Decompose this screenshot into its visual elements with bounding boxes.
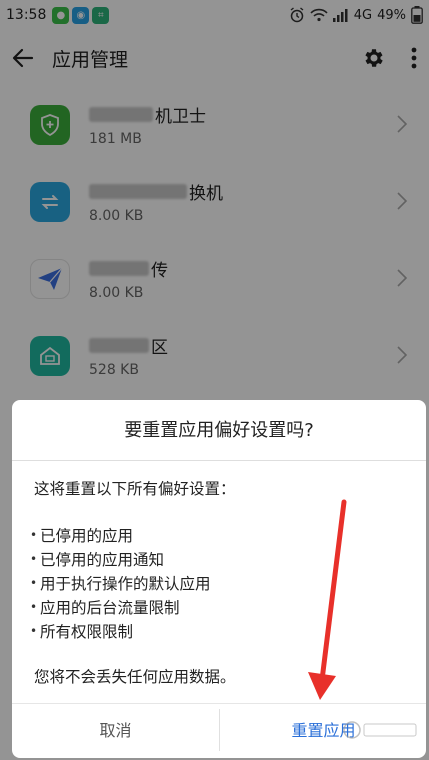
list-item: • 所有权限限制 <box>30 623 134 641</box>
watermark <box>342 716 422 749</box>
reset-preferences-dialog: 要重置应用偏好设置吗? 这将重置以下所有偏好设置： • 已停用的应用 • 已停用的应… <box>12 400 426 758</box>
divider <box>12 460 426 461</box>
dialog-title: 要重置应用偏好设置吗? <box>124 420 314 441</box>
dialog-intro: 这将重置以下所有偏好设置： <box>34 480 236 498</box>
cancel-button[interactable]: 取消 <box>12 704 219 758</box>
dialog-note: 您将不会丢失任何应用数据。 <box>34 668 236 686</box>
list-item: • 已停用的应用 <box>30 527 134 545</box>
dialog-body: 这将重置以下所有偏好设置： • 已停用的应用 • 已停用的应用通知 • 用于执行操作的… <box>30 477 409 687</box>
list-item: • 已停用的应用通知 <box>30 551 165 569</box>
list-item: • 应用的后台流量限制 <box>30 599 180 617</box>
list-item: • 用于执行操作的默认应用 <box>30 575 211 593</box>
